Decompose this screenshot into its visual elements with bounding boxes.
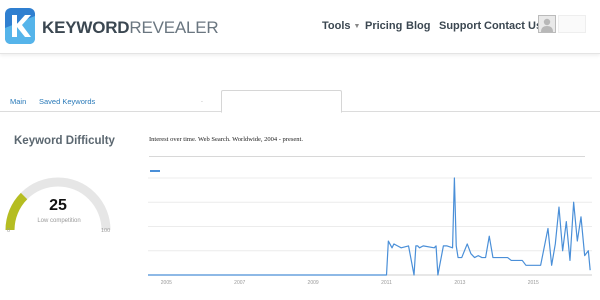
x-tick-label: 2015 [528,280,539,286]
brand-logo[interactable]: KEYWORDREVEALER [4,6,219,46]
x-tick-label: 2011 [381,280,392,286]
brand-name: KEYWORDREVEALER [42,18,219,38]
x-tick-label: 2005 [161,280,172,286]
keyword-revealer-logo-icon [5,8,35,44]
gauge-max-label: 100 [101,228,111,234]
difficulty-value: 25 [49,197,67,214]
x-tick-label: 2009 [308,280,319,286]
top-header: KEYWORDREVEALER Tools ▼ Pricing Blog Supp… [0,0,600,54]
tab-active[interactable] [221,90,342,113]
chevron-down-icon: ▼ [353,23,361,30]
gauge-min-label: 0 [7,228,11,234]
user-avatar-icon[interactable] [538,15,556,33]
trend-divider [149,156,585,157]
difficulty-label: Low competition [37,218,81,224]
nav-pricing[interactable]: Pricing [365,20,402,32]
trend-caption: Interest over time. Web Search. Worldwid… [149,136,303,143]
x-tick-label: 2013 [454,280,465,286]
nav-tools[interactable]: Tools ▼ [322,20,360,32]
user-menu[interactable] [558,15,586,33]
interest-over-time-chart: 2005 2007 2009 2011 2013 2015 [148,177,592,286]
nav-tools-label: Tools [322,20,351,32]
nav-contact-us[interactable]: Contact Us [484,20,542,32]
trend-legend-swatch [150,170,160,172]
nav-blog[interactable]: Blog [406,20,430,32]
gauge-fill [5,192,28,231]
tab-saved-keywords[interactable]: Saved Keywords [39,97,95,106]
x-tick-label: 2007 [234,280,245,286]
nav-support[interactable]: Support [439,20,481,32]
keyword-difficulty-title: Keyword Difficulty [14,135,115,147]
brand-name-light: REVEALER [129,18,219,37]
brand-name-bold: KEYWORD [42,18,130,37]
tab-main[interactable]: Main [10,97,26,106]
tab-separator: . [201,97,203,104]
